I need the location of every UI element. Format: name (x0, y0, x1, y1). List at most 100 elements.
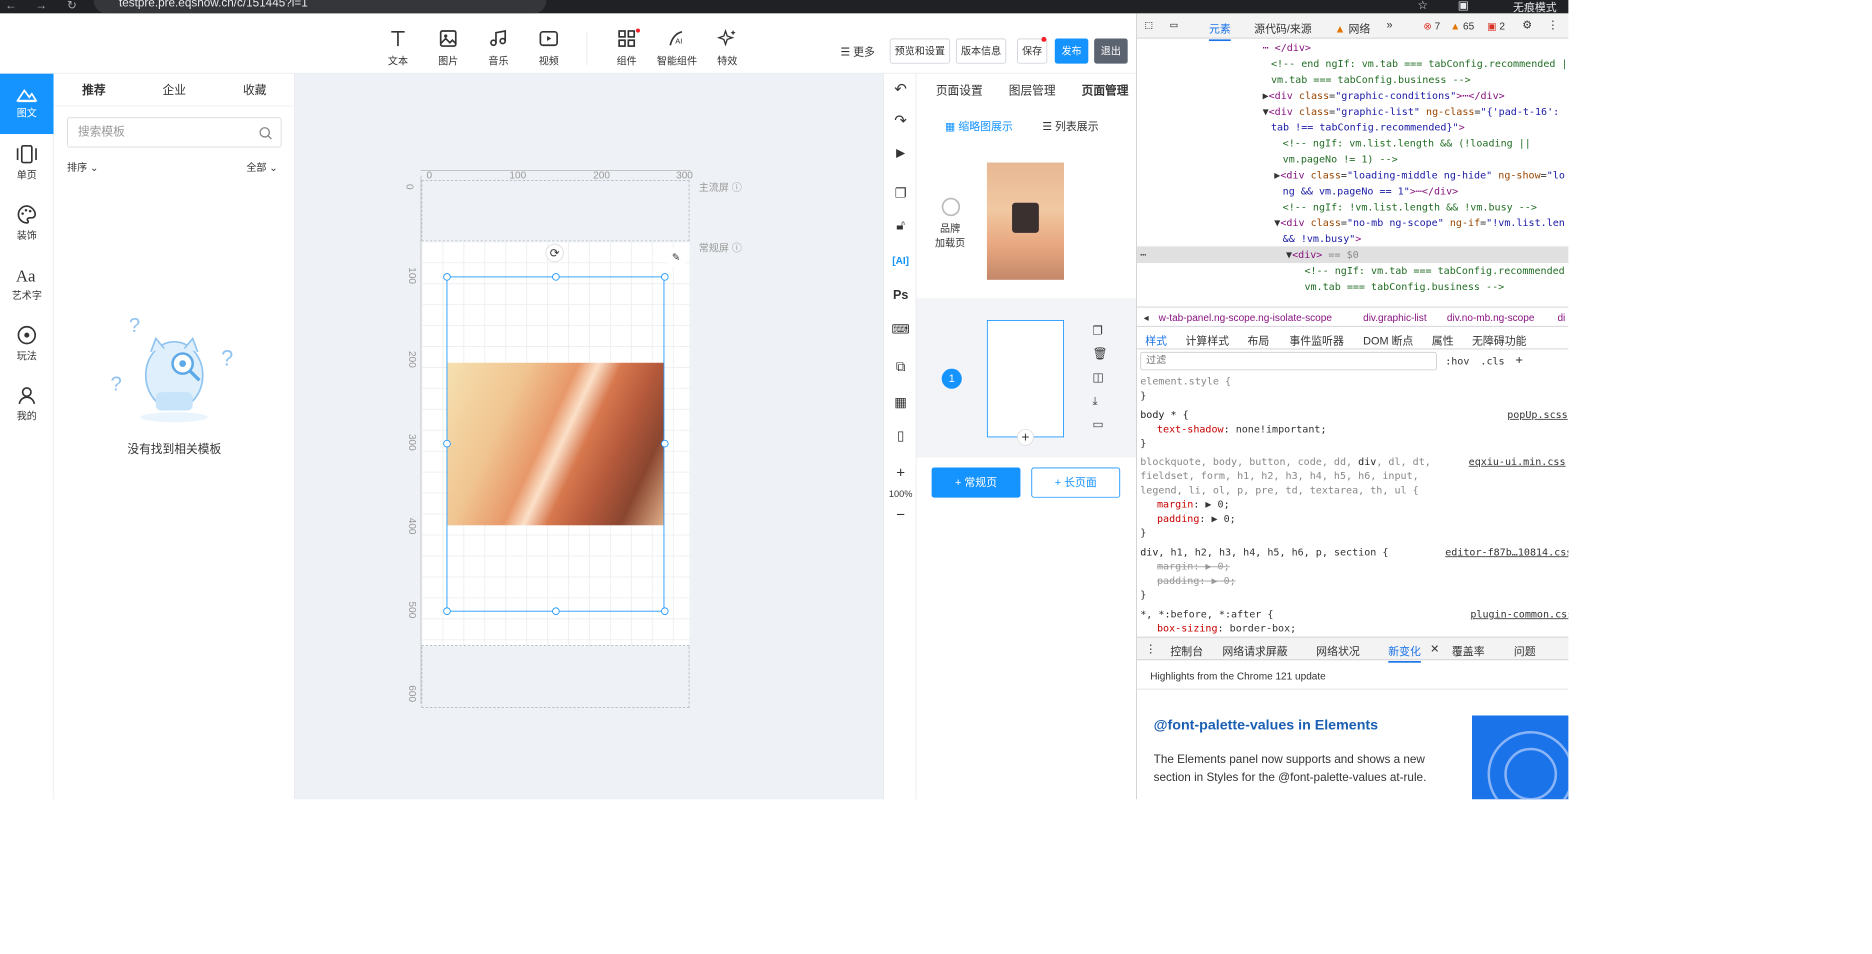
resize-handle[interactable] (661, 439, 669, 448)
tab-page-settings[interactable]: 页面设置 (930, 74, 989, 108)
keyboard-icon[interactable]: ⌨ (884, 322, 918, 337)
tab-network-conditions[interactable]: 网络状况 (1316, 643, 1360, 659)
source-link[interactable]: plugin-common.css (1470, 607, 1568, 623)
tab-issues[interactable]: 问题 (1514, 643, 1536, 659)
tab-recommended[interactable]: 推荐 (54, 74, 134, 106)
nav-mine[interactable]: 我的 (0, 375, 54, 435)
dom-line[interactable]: ▶<div class="graphic-conditions">⋯</div> (1263, 88, 1505, 104)
text-tool[interactable]: 文本 (376, 28, 420, 67)
whats-new-thumbnail[interactable] (1472, 715, 1569, 800)
address-bar[interactable]: testpre.pre.eqshow.cn/c/151445?i=1 (93, 0, 547, 14)
publish-button[interactable]: 发布 (1054, 38, 1089, 64)
bookmark-star-icon[interactable]: ☆ (1418, 0, 1429, 13)
add-long-page-button[interactable]: + 长页面 (1031, 467, 1121, 498)
filter-dropdown[interactable]: 全部 ⌄ (246, 160, 277, 174)
dom-line[interactable]: vm.pageNo != 1) --> (1283, 152, 1398, 168)
save-button[interactable]: 保存 (1017, 38, 1048, 64)
selection-box[interactable] (446, 276, 665, 612)
dom-line[interactable]: ▼<div class="no-mb ng-scope" ng-if="!vm.… (1274, 215, 1565, 231)
reload-icon[interactable]: ↻ (67, 0, 77, 13)
nav-gameplay[interactable]: 玩法 (0, 315, 54, 375)
tab-styles[interactable]: 样式 (1145, 332, 1167, 348)
tab-properties[interactable]: 属性 (1432, 332, 1454, 348)
resize-handle[interactable] (661, 273, 669, 281)
kebab-menu-icon[interactable]: ⋮ (1547, 18, 1558, 31)
download-icon[interactable]: ⤓ (1092, 394, 1097, 408)
tab-coverage[interactable]: 覆盖率 (1452, 643, 1485, 659)
copy-page-icon[interactable]: ❐ (884, 185, 918, 202)
tab-favorites[interactable]: 收藏 (214, 74, 294, 106)
ai-image-icon[interactable]: [AI] (884, 255, 918, 267)
cls-toggle[interactable]: .cls (1480, 355, 1504, 367)
nav-art-text[interactable]: Aa 艺术字 (0, 255, 54, 315)
issue-count[interactable]: ▣ 2 (1487, 20, 1505, 32)
help-icon[interactable]: ⓘ (732, 182, 742, 194)
error-count[interactable]: ⊗ 7 (1423, 20, 1440, 32)
style-decl[interactable]: padding: ▶ 0; (1157, 573, 1236, 589)
style-decl[interactable]: box-sizing: border-box; (1157, 621, 1296, 637)
tab-enterprise[interactable]: 企业 (134, 74, 214, 106)
undo-icon[interactable]: ↶ (884, 80, 918, 98)
tab-elements[interactable]: 元素 (1208, 20, 1231, 42)
tab-layout[interactable]: 布局 (1247, 332, 1269, 348)
warning-count[interactable]: ▲ 65 (1450, 20, 1474, 32)
device-toolbar-icon[interactable]: ▭ (1170, 18, 1177, 31)
settings-gear-icon[interactable]: ⚙ (1522, 18, 1532, 31)
side-panel-icon[interactable]: ▣ (1458, 0, 1469, 13)
drawer-menu-icon[interactable]: ⋮ (1145, 643, 1156, 656)
dom-line[interactable]: <!-- ngIf: !vm.list.length && !vm.busy -… (1283, 199, 1537, 215)
source-link[interactable]: editor-f87b…10814.css (1445, 545, 1568, 561)
save-template-icon[interactable]: ◫ (1092, 370, 1103, 384)
resize-handle[interactable] (552, 607, 560, 615)
list-view-toggle[interactable]: ☰ 列表展示 (1042, 117, 1098, 133)
edit-pencil-icon[interactable]: ✎ (666, 247, 686, 267)
more-tabs-icon[interactable]: » (1387, 18, 1393, 31)
brand-toggle-icon[interactable] (941, 197, 961, 217)
mobile-icon[interactable]: ▯ (884, 427, 918, 444)
tab-accessibility[interactable]: 无障碍功能 (1472, 332, 1526, 348)
layer-icon[interactable]: ⧉ (884, 360, 918, 375)
source-link[interactable]: popUp.scss (1507, 407, 1568, 423)
inspect-icon[interactable]: ⬚ (1145, 18, 1152, 31)
source-link[interactable]: eqxiu-ui.min.css (1469, 454, 1566, 470)
dom-line[interactable]: && !vm.busy"> (1283, 231, 1362, 247)
dom-line[interactable]: ▶<div class="loading-middle ng-hide" ng-… (1274, 168, 1565, 184)
dom-line[interactable]: tab !== tabConfig.recommended}"> (1271, 120, 1465, 136)
tab-page-management[interactable]: 页面管理 (1076, 74, 1135, 108)
style-decl[interactable]: padding: ▶ 0; (1157, 511, 1236, 527)
loading-page-thumbnail[interactable] (986, 162, 1065, 280)
page-list-item[interactable]: 1 + ❐ 🗑︎ ◫ ⤓ ▭ (916, 298, 1137, 458)
unlock-icon[interactable]: 🔓︎ (884, 219, 918, 234)
ps-icon[interactable]: Ps (884, 288, 918, 302)
breadcrumb-item[interactable]: w-tab-panel.ng-scope.ng-isolate-scope (1159, 312, 1332, 324)
rotate-icon[interactable]: ⟳ (545, 243, 564, 263)
folder-icon[interactable]: ▭ (1092, 417, 1103, 431)
tab-layer-management[interactable]: 图层管理 (1003, 74, 1062, 108)
zoom-in-icon[interactable]: + (884, 464, 918, 482)
search-input[interactable] (77, 124, 246, 139)
zoom-out-icon[interactable]: − (884, 506, 918, 524)
hov-toggle[interactable]: :hov (1445, 355, 1469, 367)
copy-icon[interactable]: ❐ (1092, 323, 1103, 337)
nav-single-page[interactable]: 单页 (0, 134, 54, 194)
forward-icon[interactable]: → (35, 0, 47, 12)
style-decl[interactable]: text-shadow: none!important; (1157, 421, 1326, 437)
breadcrumb-item[interactable]: div.graphic-list (1363, 312, 1427, 324)
video-tool[interactable]: 视频 (527, 28, 571, 67)
resize-handle[interactable] (443, 439, 451, 448)
resize-handle[interactable] (443, 607, 451, 615)
dom-line[interactable]: ⋯ </div> (1263, 40, 1311, 56)
add-normal-page-button[interactable]: + 常规页 (931, 467, 1021, 498)
tab-network-blocking[interactable]: 网络请求屏蔽 (1222, 643, 1287, 659)
whats-new-title[interactable]: @font-palette-values in Elements (1154, 717, 1378, 734)
thumbnail-view-toggle[interactable]: ▦ 缩略图展示 (945, 117, 1013, 133)
chevron-left-icon[interactable]: ◂ (1144, 312, 1149, 324)
breadcrumb-item[interactable]: div.no-mb.ng-scope (1447, 312, 1535, 324)
dom-line[interactable]: ▼<div> == $0 (1286, 247, 1359, 263)
delete-icon[interactable]: 🗑︎ (1092, 347, 1107, 361)
play-icon[interactable]: ▶ (884, 146, 918, 160)
search-icon[interactable] (259, 127, 272, 140)
back-icon[interactable]: ← (5, 0, 17, 12)
dom-line[interactable]: ng && vm.pageNo == 1">⋯</div> (1283, 183, 1459, 199)
dom-line[interactable]: ▼<div class="graphic-list" ng-class="{'p… (1263, 104, 1560, 120)
